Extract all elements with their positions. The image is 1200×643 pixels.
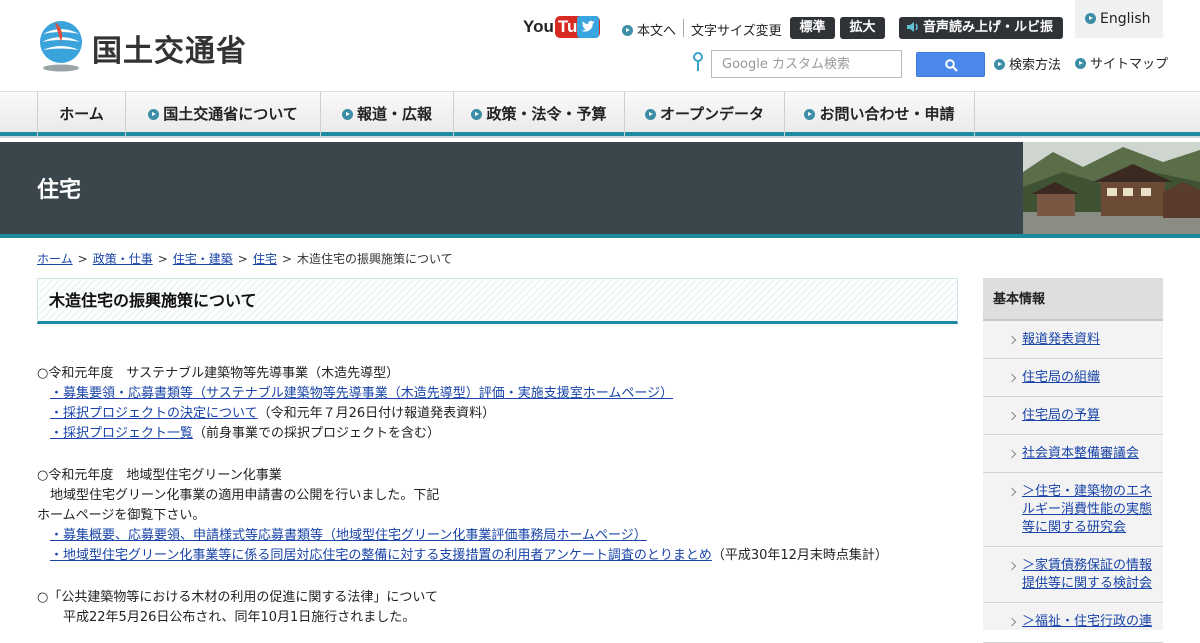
nav-item-policy-label: 政策・法令・予算 <box>486 105 607 123</box>
arrow-circle-icon <box>1085 13 1096 24</box>
sidebar-link[interactable]: ＞福祉・住宅行政の連 <box>1022 614 1152 629</box>
arrow-circle-icon <box>1075 58 1086 69</box>
arrow-circle-icon <box>994 59 1005 70</box>
sidebar-item-welfare[interactable]: ＞福祉・住宅行政の連 <box>983 603 1163 643</box>
search-howto-link[interactable]: 検索方法 <box>994 54 1061 73</box>
nav-item-home[interactable]: ホーム <box>37 92 126 136</box>
nav-item-contact[interactable]: お問い合わせ・申請 <box>785 92 975 136</box>
selected-projects-list-link[interactable]: ・採択プロジェクト一覧 <box>50 426 193 441</box>
section-heading: ○令和元年度 地域型住宅グリーン化事業 <box>37 468 282 483</box>
link-note: （平成30年12月末時点集計） <box>711 548 888 563</box>
search-button[interactable] <box>916 52 985 77</box>
breadcrumb: ホーム > 政策・仕事 > 住宅・建築 > 住宅 > 木造住宅の振興施策について <box>37 250 453 267</box>
nav-item-policy[interactable]: 政策・法令・予算 <box>454 92 625 136</box>
section-title: 住宅 <box>37 178 82 203</box>
body-text: ホームページを御覧下さい。 <box>37 508 206 523</box>
page-title: 木造住宅の振興施策について <box>37 278 958 324</box>
body-text: 平成22年5月26日公布され、同年10月1日施行されました。 <box>63 610 416 625</box>
breadcrumb-separator: > <box>237 252 248 266</box>
arrow-circle-icon <box>622 25 633 36</box>
site-logo-text[interactable]: 国土交通省 <box>92 26 247 70</box>
arrow-circle-icon <box>644 109 656 120</box>
banner-accent-line <box>0 234 1200 238</box>
nav-item-press-label: 報道・広報 <box>356 105 432 123</box>
sidebar-link[interactable]: 社会資本整備審議会 <box>1022 446 1139 461</box>
mlit-logo-icon[interactable] <box>37 20 85 72</box>
arrow-circle-icon <box>148 109 160 120</box>
font-large-button[interactable]: 拡大 <box>840 17 885 39</box>
skip-to-content-label: 本文へ <box>637 24 677 39</box>
twitter-icon[interactable] <box>577 16 599 38</box>
breadcrumb-housing-building[interactable]: 住宅・建築 <box>173 252 233 266</box>
nav-item-press[interactable]: 報道・広報 <box>321 92 454 136</box>
arrow-circle-icon <box>804 109 816 120</box>
arrow-circle-icon <box>341 109 353 120</box>
nav-item-opendata[interactable]: オープンデータ <box>625 92 785 136</box>
site-header: 国土交通省 YouTube 本文へ 文字サイズ変更 標準 拡大 音声読み上げ・ル… <box>0 0 1200 92</box>
green-project-docs-link[interactable]: ・募集概要、応募要領、申請様式等応募書類等（地域型住宅グリーン化事業評価事務局ホ… <box>50 528 647 543</box>
application-docs-link[interactable]: ・募集要領・応募書類等（サステナブル建築物等先導事業（木造先導型）評価・実施支援… <box>50 386 673 401</box>
nav-item-contact-label: お問い合わせ・申請 <box>819 105 955 123</box>
breadcrumb-policy[interactable]: 政策・仕事 <box>93 252 153 266</box>
speaker-icon <box>906 19 920 41</box>
breadcrumb-separator: > <box>157 252 168 266</box>
body-text: 地域型住宅グリーン化事業の適用申請書の公開を行いました。下記 <box>50 488 440 503</box>
sidebar-item-press-release[interactable]: 報道発表資料 <box>983 321 1163 359</box>
sitemap-label: サイトマップ <box>1090 57 1169 72</box>
sidebar-item-organization[interactable]: 住宅局の組織 <box>983 359 1163 397</box>
english-link[interactable]: English <box>1075 0 1163 38</box>
section-heading: ○令和元年度 サステナブル建築物等先導事業（木造先導型） <box>37 366 400 381</box>
voice-reading-button[interactable]: 音声読み上げ・ルビ振り <box>899 17 1063 59</box>
sidebar: 基本情報 報道発表資料 住宅局の組織 住宅局の予算 社会資本整備審議会 ＞住宅・… <box>983 278 1163 643</box>
main-content: ○令和元年度 サステナブル建築物等先導事業（木造先導型） ・募集要領・応募書類等… <box>37 364 958 628</box>
sidebar-link[interactable]: 住宅局の予算 <box>1022 408 1100 423</box>
header-divider <box>683 19 684 37</box>
font-standard-button[interactable]: 標準 <box>790 17 835 39</box>
english-label: English <box>1100 11 1151 27</box>
global-nav: ホーム 国土交通省について 報道・広報 政策・法令・予算 オープンデータ お問い… <box>0 92 1200 136</box>
survey-summary-link[interactable]: ・地域型住宅グリーン化事業等に係る同居対応住宅の整備に対する支援措置の利用者アン… <box>50 548 712 563</box>
sidebar-link[interactable]: 報道発表資料 <box>1022 332 1100 347</box>
breadcrumb-home[interactable]: ホーム <box>37 252 73 266</box>
skip-to-content-link[interactable]: 本文へ <box>622 20 676 39</box>
banner-house-photo <box>1023 142 1200 234</box>
breadcrumb-separator: > <box>77 252 88 266</box>
sidebar-item-rent-guarantee[interactable]: ＞家賃債務保証の情報提供等に関する検討会 <box>983 547 1163 603</box>
breadcrumb-separator: > <box>281 252 292 266</box>
search-icon <box>945 59 958 72</box>
nav-divider <box>0 136 1200 138</box>
sidebar-link[interactable]: ＞家賃債務保証の情報提供等に関する検討会 <box>1022 558 1152 591</box>
selected-projects-decision-link[interactable]: ・採択プロジェクトの決定について <box>50 406 258 421</box>
nav-item-about[interactable]: 国土交通省について <box>126 92 321 136</box>
location-pin-icon <box>693 52 703 71</box>
section-heading: ○「公共建築物等における木材の利用の促進に関する法律」について <box>37 590 438 605</box>
link-note: （前身事業での採択プロジェクトを含む） <box>193 426 441 441</box>
sitemap-link[interactable]: サイトマップ <box>1075 53 1168 72</box>
arrow-circle-icon <box>471 109 483 120</box>
sidebar-title: 基本情報 <box>983 278 1163 321</box>
sidebar-item-council[interactable]: 社会資本整備審議会 <box>983 435 1163 473</box>
youtube-you-text: You <box>523 17 554 36</box>
search-howto-label: 検索方法 <box>1009 58 1062 73</box>
link-note: （令和元年７月26日付け報道発表資料） <box>257 406 496 421</box>
sidebar-link[interactable]: ＞住宅・建築物のエネルギー消費性能の実態等に関する研究会 <box>1022 484 1152 535</box>
nav-item-opendata-label: オープンデータ <box>659 105 765 123</box>
nav-item-about-label: 国土交通省について <box>163 105 298 123</box>
section-banner <box>0 142 1200 234</box>
sidebar-item-energy-study[interactable]: ＞住宅・建築物のエネルギー消費性能の実態等に関する研究会 <box>983 473 1163 547</box>
search-input[interactable] <box>711 50 902 78</box>
sidebar-item-budget[interactable]: 住宅局の予算 <box>983 397 1163 435</box>
font-size-label: 文字サイズ変更 <box>691 24 782 39</box>
sidebar-link[interactable]: 住宅局の組織 <box>1022 370 1100 385</box>
breadcrumb-current: 木造住宅の振興施策について <box>296 252 453 266</box>
breadcrumb-housing[interactable]: 住宅 <box>253 252 277 266</box>
